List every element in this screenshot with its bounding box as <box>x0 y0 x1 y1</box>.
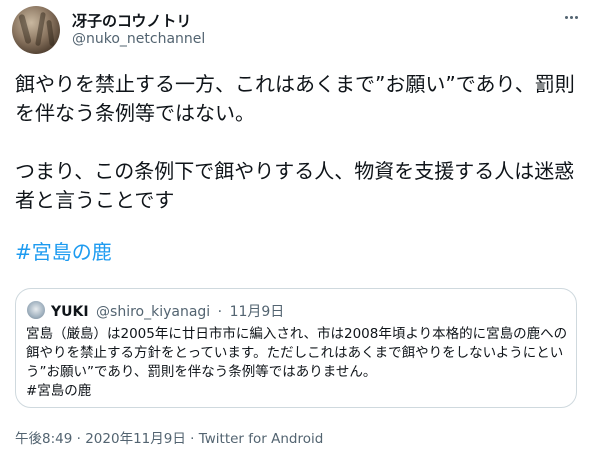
tweet-date[interactable]: 2020年11月9日 <box>85 431 186 447</box>
quoted-tweet[interactable]: YUKI @shiro_kiyanagi · 11月9日 宮島（厳島）は2005… <box>15 288 577 408</box>
author-handle[interactable]: @nuko_netchannel <box>72 31 205 47</box>
avatar-texture <box>46 19 55 47</box>
quoted-tweet-header: YUKI @shiro_kiyanagi · 11月9日 <box>51 301 284 321</box>
quoted-tweet-text: 宮島（厳島）は2005年に廿日市市に編入され、市は2008年頃より本格的に宮島の… <box>26 325 571 401</box>
more-dot <box>564 15 568 19</box>
tweet-paragraph: つまり、この条例下で餌やりする人、物資を支援する人は迷惑者と言うことです <box>15 159 575 212</box>
quoted-date: 11月9日 <box>229 304 285 320</box>
more-dot <box>574 15 578 19</box>
author-display-name[interactable]: 冴子のコウノトリ <box>72 10 191 31</box>
tweet-source[interactable]: Twitter for Android <box>199 431 324 447</box>
meta-separator: · <box>76 431 81 447</box>
quoted-separator: · <box>217 304 223 320</box>
avatar-texture <box>18 13 32 45</box>
hashtag-link[interactable]: #宮島の鹿 <box>15 238 580 267</box>
tweet-meta: 午後8:49 · 2020年11月9日 · Twitter for Androi… <box>15 427 323 447</box>
more-horizontal-icon[interactable] <box>560 8 582 26</box>
quoted-handle: @shiro_kiyanagi <box>96 304 211 320</box>
more-dot <box>569 15 573 19</box>
tweet-text: 餌やりを禁止する一方、これはあくまで”お願い”であり、罰則を伴なう条例等ではない… <box>15 70 580 267</box>
tweet-card: 冴子のコウノトリ @nuko_netchannel 餌やりを禁止する一方、これは… <box>0 0 593 453</box>
meta-separator: · <box>190 431 195 447</box>
user-avatar[interactable] <box>12 6 60 54</box>
quoted-user-avatar <box>27 301 45 319</box>
quoted-display-name: YUKI <box>51 304 89 320</box>
quoted-body: 宮島（厳島）は2005年に廿日市市に編入され、市は2008年頃より本格的に宮島の… <box>26 326 568 380</box>
tweet-time[interactable]: 午後8:49 <box>15 431 72 447</box>
avatar-texture <box>35 11 46 47</box>
tweet-paragraph: 餌やりを禁止する一方、これはあくまで”お願い”であり、罰則を伴なう条例等ではない… <box>15 72 575 125</box>
quoted-hashtag: #宮島の鹿 <box>26 383 92 399</box>
